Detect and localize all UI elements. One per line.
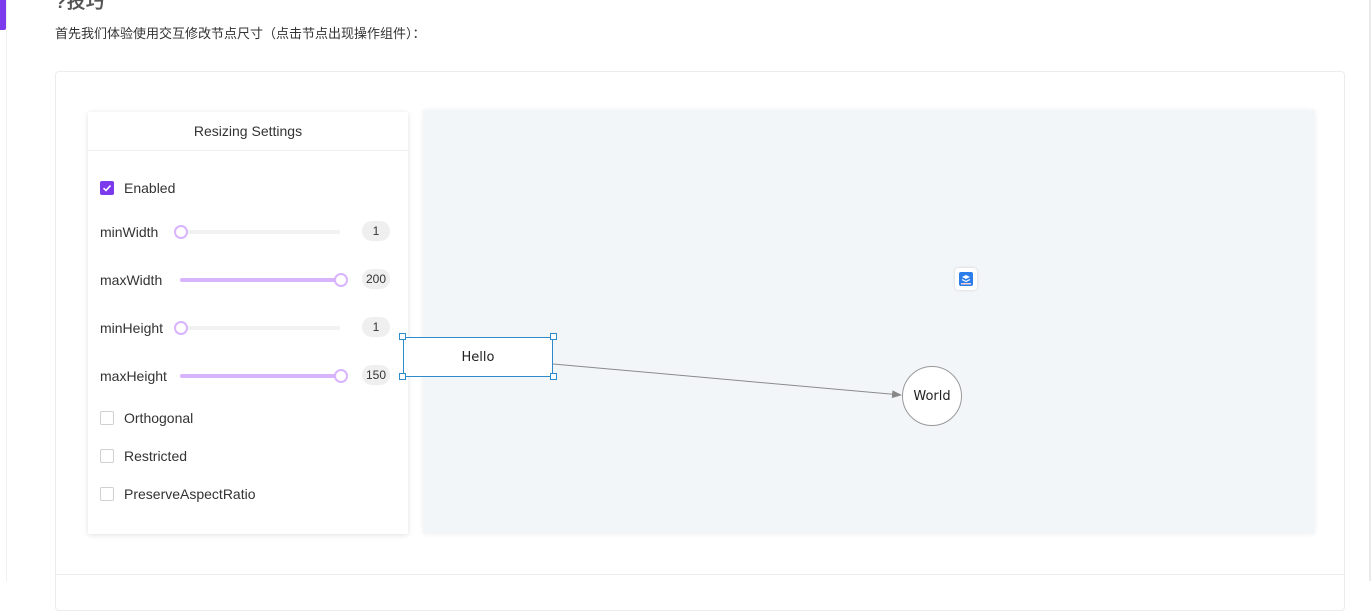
slider-handle[interactable] [174,321,188,335]
preserve-aspect-ratio-option[interactable]: PreserveAspectRatio [100,482,390,506]
resize-handle-bottom-right[interactable] [550,373,557,380]
max-height-slider[interactable] [180,369,348,383]
slider-handle[interactable] [174,225,188,239]
preserve-aspect-ratio-checkbox[interactable] [100,487,114,501]
enabled-option[interactable]: Enabled [100,176,390,200]
intro-text: 首先我们体验使用交互修改节点尺寸（点击节点出现操作组件）： [55,27,426,42]
slider-label: minHeight [100,320,164,336]
min-width-slider[interactable] [174,225,340,239]
slider-label: maxWidth [100,272,163,288]
slider-row-minwidth: minWidth 1 [100,220,390,244]
section-heading: ?技巧 [55,0,105,12]
slider-label: maxHeight [100,368,167,384]
preserve-aspect-ratio-label: PreserveAspectRatio [124,486,256,502]
resize-handle-top-left[interactable] [399,333,406,340]
slider-handle[interactable] [334,273,348,287]
node-world[interactable]: World [902,366,962,426]
restricted-checkbox[interactable] [100,449,114,463]
enabled-checkbox[interactable] [100,181,114,195]
slider-row-maxheight: maxHeight 150 [100,364,390,388]
slider-fill [180,278,340,282]
restricted-option[interactable]: Restricted [100,444,390,468]
slider-row-maxwidth: maxWidth 200 [100,268,390,292]
demo-divider [56,574,1344,575]
min-height-slider[interactable] [174,321,340,335]
restricted-label: Restricted [124,448,188,464]
slider-value: 150 [361,365,390,385]
book-icon [959,272,973,286]
resize-handle-top-right[interactable] [550,333,557,340]
slider-value: 1 [362,317,390,337]
orthogonal-option[interactable]: Orthogonal [100,406,390,430]
slider-handle[interactable] [334,369,348,383]
resize-handle-bottom-left[interactable] [399,373,406,380]
slider-fill [180,374,340,378]
graph-canvas[interactable] [423,110,1315,534]
resizing-settings-panel: Resizing Settings Enabled minWidth 1 max… [88,112,408,534]
enabled-label: Enabled [124,180,176,196]
slider-value: 1 [362,221,390,241]
max-width-slider[interactable] [180,273,348,287]
check-icon [102,184,112,192]
node-hello[interactable]: Hello [403,337,553,377]
node-hello-label: Hello [461,349,495,365]
orthogonal-checkbox[interactable] [100,411,114,425]
left-divider [6,0,7,581]
slider-row-minheight: minHeight 1 [100,316,390,340]
panel-title: Resizing Settings [88,112,408,151]
app-logo-icon[interactable] [955,268,977,290]
slider-label: minWidth [100,224,159,240]
node-world-label: World [913,388,951,404]
orthogonal-label: Orthogonal [124,410,194,426]
slider-value: 200 [361,269,390,289]
